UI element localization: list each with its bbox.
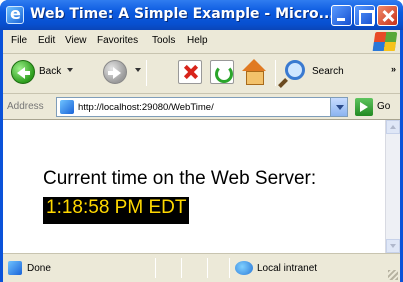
close-button[interactable] <box>377 5 398 26</box>
menu-file[interactable]: File <box>11 35 27 46</box>
address-dropdown-icon[interactable] <box>330 98 347 116</box>
maximize-button[interactable] <box>354 5 375 26</box>
toolbar-separator <box>275 60 276 86</box>
minimize-button[interactable] <box>331 5 352 26</box>
toolbar-separator <box>146 60 147 86</box>
page-content: Current time on the Web Server: 1:18:58 … <box>3 120 400 253</box>
ie-app-icon <box>6 4 24 24</box>
menu-bar: File Edit View Favorites Tools Help <box>3 30 400 54</box>
back-arrow-icon <box>17 67 30 79</box>
toolbar-overflow-icon[interactable]: » <box>391 64 396 74</box>
go-arrow-icon[interactable] <box>355 98 373 116</box>
toolbar: Back Search » <box>3 54 400 94</box>
status-separator <box>181 258 182 278</box>
status-separator <box>229 258 230 278</box>
menu-favorites[interactable]: Favorites <box>97 35 138 46</box>
security-zone: Local intranet <box>257 263 318 274</box>
resize-grip[interactable] <box>388 270 398 280</box>
forward-dropdown-icon[interactable] <box>135 68 141 72</box>
back-button[interactable] <box>11 60 35 84</box>
vertical-scrollbar[interactable] <box>385 120 400 253</box>
status-bar: Done Local intranet <box>3 253 400 282</box>
home-icon[interactable] <box>241 59 267 85</box>
menu-tools[interactable]: Tools <box>152 35 175 46</box>
time-heading: Current time on the Web Server: <box>43 168 317 189</box>
stop-icon[interactable] <box>178 60 202 84</box>
window-title: Web Time: A Simple Example - Micro... <box>30 6 335 22</box>
go-button[interactable]: Go <box>377 101 390 112</box>
menu-help[interactable]: Help <box>187 35 208 46</box>
status-separator <box>207 258 208 278</box>
forward-arrow-icon <box>108 67 121 79</box>
globe-icon <box>235 261 253 275</box>
forward-button[interactable] <box>103 60 127 84</box>
status-separator <box>155 258 156 278</box>
search-icon[interactable] <box>285 60 305 80</box>
status-text: Done <box>27 263 51 274</box>
menu-view[interactable]: View <box>65 35 87 46</box>
search-label[interactable]: Search <box>312 66 344 77</box>
page-icon <box>60 100 74 114</box>
refresh-icon[interactable] <box>210 60 234 84</box>
menu-edit[interactable]: Edit <box>38 35 55 46</box>
scroll-down-icon[interactable] <box>386 239 400 253</box>
browser-window: Web Time: A Simple Example - Micro... Fi… <box>0 0 403 282</box>
address-label: Address <box>7 101 44 112</box>
address-url[interactable]: http://localhost:29080/WebTime/ <box>78 102 214 113</box>
server-time-label: 1:18:58 PM EDT <box>43 197 190 224</box>
title-bar[interactable]: Web Time: A Simple Example - Micro... <box>0 0 403 30</box>
address-bar: Address http://localhost:29080/WebTime/ … <box>3 94 400 120</box>
back-dropdown-icon[interactable] <box>67 68 73 72</box>
address-input[interactable]: http://localhost:29080/WebTime/ <box>56 97 348 117</box>
page-done-icon <box>8 261 22 275</box>
scroll-up-icon[interactable] <box>386 120 400 134</box>
back-label[interactable]: Back <box>39 66 61 77</box>
windows-logo-icon <box>372 32 398 51</box>
